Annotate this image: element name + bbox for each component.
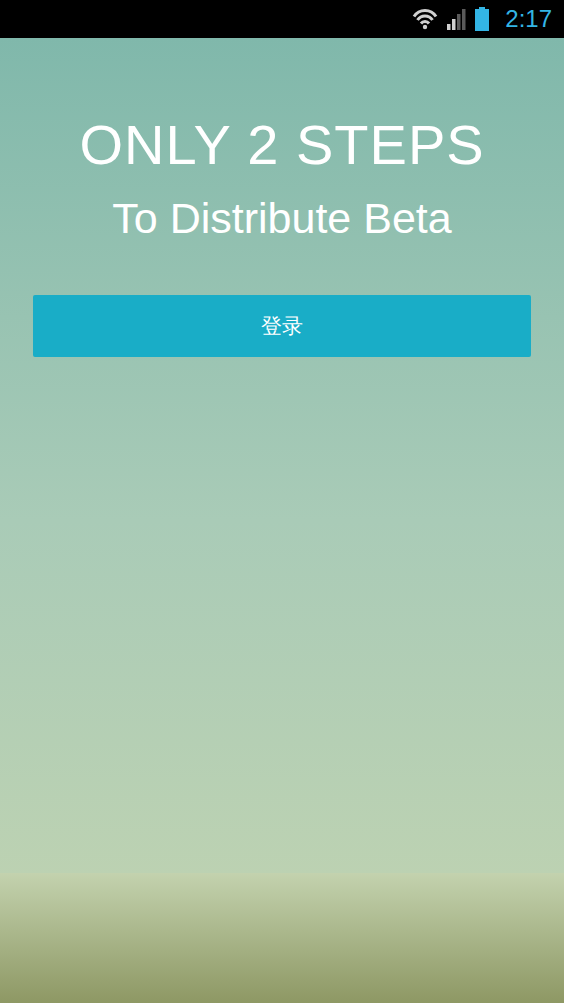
headline-title: ONLY 2 STEPS xyxy=(79,111,484,178)
wifi-icon xyxy=(411,8,439,30)
signal-icon xyxy=(447,8,467,30)
grass-strip xyxy=(0,873,564,1003)
status-bar: 2:17 xyxy=(0,0,564,38)
login-button[interactable]: 登录 xyxy=(33,295,531,357)
clock: 2:17 xyxy=(505,7,552,31)
battery-icon xyxy=(475,7,489,31)
login-screen: ONLY 2 STEPS To Distribute Beta 登录 xyxy=(0,38,564,1003)
app-screen: 2:17 ONLY 2 STEPS To Distribute Beta 登录 xyxy=(0,0,564,1003)
headline-subtitle: To Distribute Beta xyxy=(112,193,451,245)
